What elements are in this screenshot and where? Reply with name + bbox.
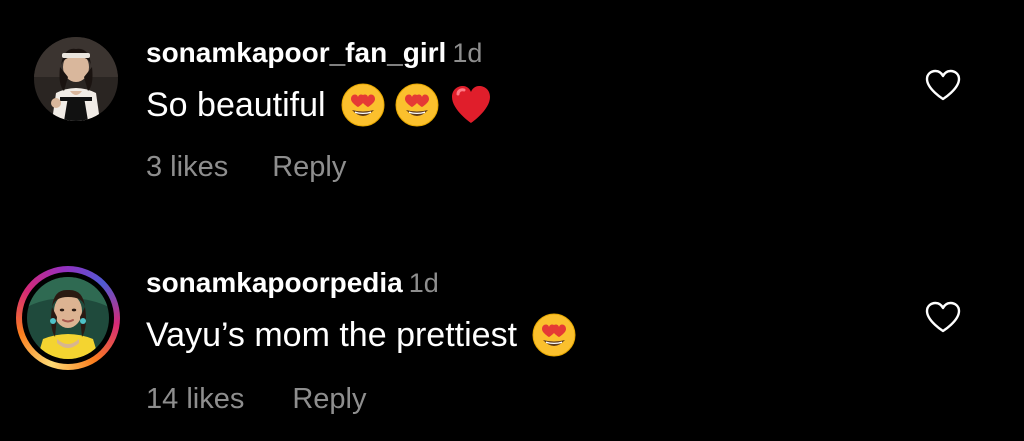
avatar-story-ring[interactable]: [16, 266, 120, 370]
comment-actions: 3 likes Reply: [146, 148, 346, 186]
username-link[interactable]: sonamkapoor_fan_girl: [146, 37, 446, 68]
avatar-image[interactable]: [34, 37, 118, 121]
heart-outline-icon[interactable]: [924, 68, 962, 102]
heart-eyes-emoji: [531, 312, 577, 358]
comment-header: sonamkapoorpedia 1d: [146, 266, 439, 300]
comment-actions: 14 likes Reply: [146, 380, 366, 418]
comment-header: sonamkapoor_fan_girl 1d: [146, 36, 482, 70]
avatar-image[interactable]: [27, 277, 109, 359]
timestamp: 1d: [452, 38, 483, 68]
comment-item: sonamkapoorpedia 1d Vayu’s mom the pretti…: [0, 232, 1024, 415]
comment-body: So beautiful: [146, 82, 494, 128]
reply-button[interactable]: Reply: [292, 383, 366, 415]
timestamp: 1d: [408, 268, 439, 298]
username-link[interactable]: sonamkapoorpedia: [146, 267, 403, 298]
red-heart-emoji: [448, 82, 494, 128]
reply-button[interactable]: Reply: [272, 151, 346, 183]
comment-item: sonamkapoor_fan_girl 1d So beautiful 3 l…: [0, 0, 1024, 183]
likes-count[interactable]: 3 likes: [146, 151, 228, 183]
avatar[interactable]: [34, 37, 118, 121]
heart-eyes-emoji: [340, 82, 386, 128]
comment-body: Vayu’s mom the prettiest: [146, 312, 577, 358]
comment-text: So beautiful: [146, 86, 326, 124]
comment-text: Vayu’s mom the prettiest: [146, 316, 518, 354]
heart-eyes-emoji: [394, 82, 440, 128]
heart-outline-icon[interactable]: [924, 300, 962, 334]
likes-count[interactable]: 14 likes: [146, 383, 244, 415]
